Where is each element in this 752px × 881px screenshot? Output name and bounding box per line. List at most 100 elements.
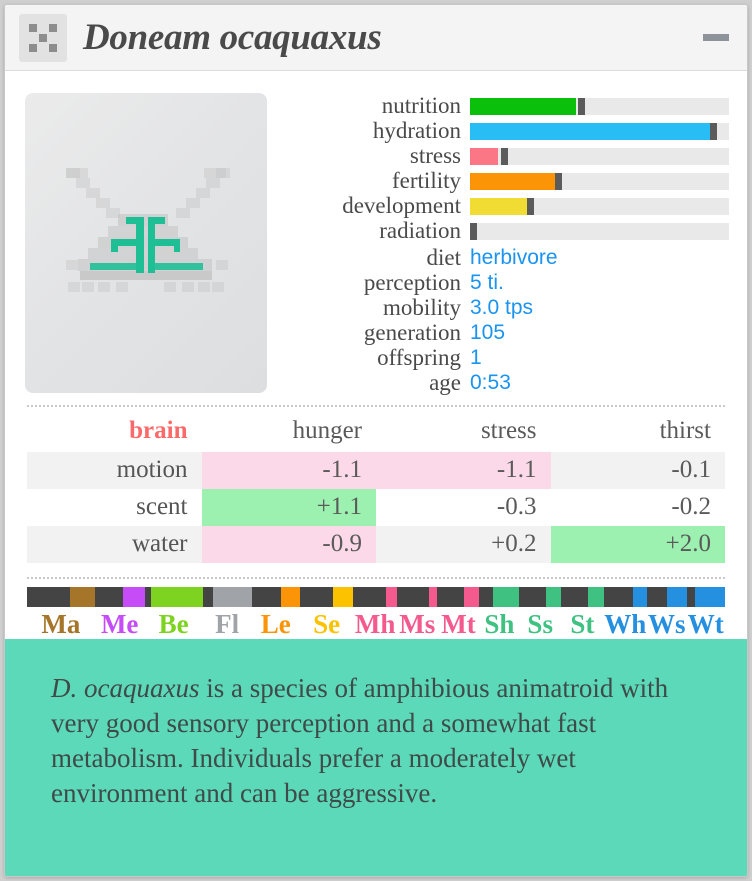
gene-segment-Sh[interactable] bbox=[492, 587, 520, 607]
stat-value-generation: generation 105 bbox=[283, 320, 729, 345]
brain-cell: -0.9 bbox=[201, 526, 376, 563]
gene-segment-Wh[interactable] bbox=[633, 587, 647, 607]
stat-bar-fill bbox=[470, 197, 527, 215]
gene-segment-Fl[interactable] bbox=[212, 587, 252, 607]
gene-segment-Ws[interactable] bbox=[666, 587, 687, 607]
gene-labels: Ma Me Be Fl Le Se Mh Ms Mt Sh Ss St Wh Ws Wt bbox=[27, 609, 725, 639]
gene-separator bbox=[646, 587, 667, 607]
creature-sprite bbox=[56, 158, 236, 328]
gene-label-St: St bbox=[570, 609, 595, 639]
gene-segment-Me[interactable] bbox=[123, 587, 145, 607]
gene-separator bbox=[561, 587, 589, 607]
gene-separator bbox=[479, 587, 493, 607]
stat-label: mobility bbox=[383, 295, 461, 320]
stat-value: 3.0 tps bbox=[470, 295, 534, 319]
stat-value: herbivore bbox=[470, 245, 558, 269]
stat-bar-marker bbox=[526, 197, 534, 215]
stat-bar-fill bbox=[470, 172, 556, 190]
stat-label: age bbox=[429, 370, 461, 395]
stat-value-diet: diet herbivore bbox=[283, 245, 729, 270]
brain-row-label: motion bbox=[27, 452, 202, 489]
brain-table: brain hunger stress thirst motion -1.1 -1.… bbox=[27, 413, 725, 563]
species-description: D. ocaquaxus is a species of amphibious … bbox=[51, 671, 701, 811]
stat-value: 105 bbox=[470, 320, 506, 344]
brain-cell: -1.1 bbox=[201, 452, 376, 489]
gene-separator bbox=[27, 587, 70, 607]
gene-segment-Ss[interactable] bbox=[545, 587, 562, 607]
gene-strip-section: Ma Me Be Fl Le Se Mh Ms Mt Sh Ss St Wh Ws Wt bbox=[5, 579, 747, 639]
gene-segment-Le[interactable] bbox=[281, 587, 300, 607]
gene-separator bbox=[299, 587, 334, 607]
stat-value-perception: perception 5 ti. bbox=[283, 270, 729, 295]
stats-panel: nutrition hydration stress fertility develop… bbox=[267, 93, 729, 395]
stat-bar-track bbox=[470, 147, 729, 165]
gene-segment-St[interactable] bbox=[588, 587, 604, 607]
stat-bar-development: development bbox=[283, 193, 729, 218]
brain-cell: -0.1 bbox=[550, 452, 725, 489]
creature-info-window: Doneam ocaquaxus nutrition hydration stres… bbox=[4, 4, 748, 877]
window-content: nutrition hydration stress fertility develop… bbox=[5, 71, 747, 639]
gene-label-Wt: Wt bbox=[687, 609, 724, 639]
overview-section: nutrition hydration stress fertility develop… bbox=[5, 71, 747, 395]
table-row: scent +1.1 -0.3 -0.2 bbox=[27, 489, 725, 526]
brain-cell: -0.3 bbox=[496, 493, 537, 520]
stat-bar-radiation: radiation bbox=[283, 219, 729, 242]
stat-value-mobility: mobility 3.0 tps bbox=[283, 295, 729, 320]
brain-cell: +1.1 bbox=[201, 489, 376, 526]
stat-value-age: age 0:53 bbox=[283, 370, 729, 395]
gene-separator bbox=[144, 587, 152, 607]
stat-bar-stress: stress bbox=[283, 144, 729, 167]
stat-label: offspring bbox=[377, 345, 461, 370]
gene-label-Fl: Fl bbox=[215, 609, 240, 639]
gene-separator bbox=[519, 587, 546, 607]
stat-bar-fill bbox=[470, 97, 577, 115]
gene-segment-Ms[interactable] bbox=[428, 587, 438, 607]
gene-bar bbox=[27, 587, 725, 607]
brain-cell: +0.2 bbox=[376, 526, 551, 563]
gene-segment-Mt[interactable] bbox=[464, 587, 480, 607]
gene-separator bbox=[353, 587, 387, 607]
gene-segment-Wt[interactable] bbox=[694, 587, 725, 607]
gene-label-Ws: Ws bbox=[648, 609, 686, 639]
table-row: motion -1.1 -1.1 -0.1 bbox=[27, 452, 725, 489]
brain-row-label: scent bbox=[136, 493, 188, 520]
gene-separator bbox=[686, 587, 695, 607]
stat-bar-track bbox=[470, 172, 729, 190]
table-header-row: brain hunger stress thirst bbox=[27, 413, 725, 452]
gene-segment-Ma[interactable] bbox=[69, 587, 95, 607]
stat-bar-track bbox=[470, 122, 729, 140]
stat-label: diet bbox=[426, 245, 462, 270]
gene-segment-Mh[interactable] bbox=[386, 587, 397, 607]
gene-segment-Be[interactable] bbox=[151, 587, 203, 607]
gene-segment-Se[interactable] bbox=[333, 587, 354, 607]
stat-bar-marker bbox=[710, 122, 718, 140]
title-bar: Doneam ocaquaxus bbox=[5, 5, 747, 71]
gene-label-Sh: Sh bbox=[484, 609, 515, 639]
gene-separator bbox=[437, 587, 465, 607]
stat-label: generation bbox=[363, 320, 461, 345]
column-header-0: hunger bbox=[292, 417, 362, 444]
brain-cell: -0.2 bbox=[671, 493, 711, 520]
gene-label-Wh: Wh bbox=[604, 609, 647, 639]
gene-label-Be: Be bbox=[158, 609, 189, 639]
gene-separator bbox=[396, 587, 429, 607]
minimize-button[interactable] bbox=[701, 26, 731, 50]
column-header-1: stress bbox=[480, 417, 537, 444]
species-short-name: D. ocaquaxus bbox=[51, 673, 200, 703]
stat-bar-fertility: fertility bbox=[283, 169, 729, 192]
gene-separator bbox=[603, 587, 634, 607]
gene-separator bbox=[94, 587, 124, 607]
gene-label-Mt: Mt bbox=[441, 609, 476, 639]
gene-separator bbox=[202, 587, 213, 607]
stat-label: development bbox=[342, 193, 461, 218]
gene-label-Ss: Ss bbox=[527, 609, 553, 639]
column-header-2: thirst bbox=[659, 417, 711, 444]
stat-bar-track bbox=[470, 222, 729, 240]
gene-label-Ms: Ms bbox=[399, 609, 436, 639]
brain-cell: -1.1 bbox=[376, 452, 551, 489]
gene-separator bbox=[251, 587, 282, 607]
stat-bar-track bbox=[470, 197, 729, 215]
stat-value-offspring: offspring 1 bbox=[283, 345, 729, 370]
brain-table-section: brain hunger stress thirst motion -1.1 -1.… bbox=[5, 407, 747, 567]
creature-pixel-icon bbox=[19, 13, 67, 62]
